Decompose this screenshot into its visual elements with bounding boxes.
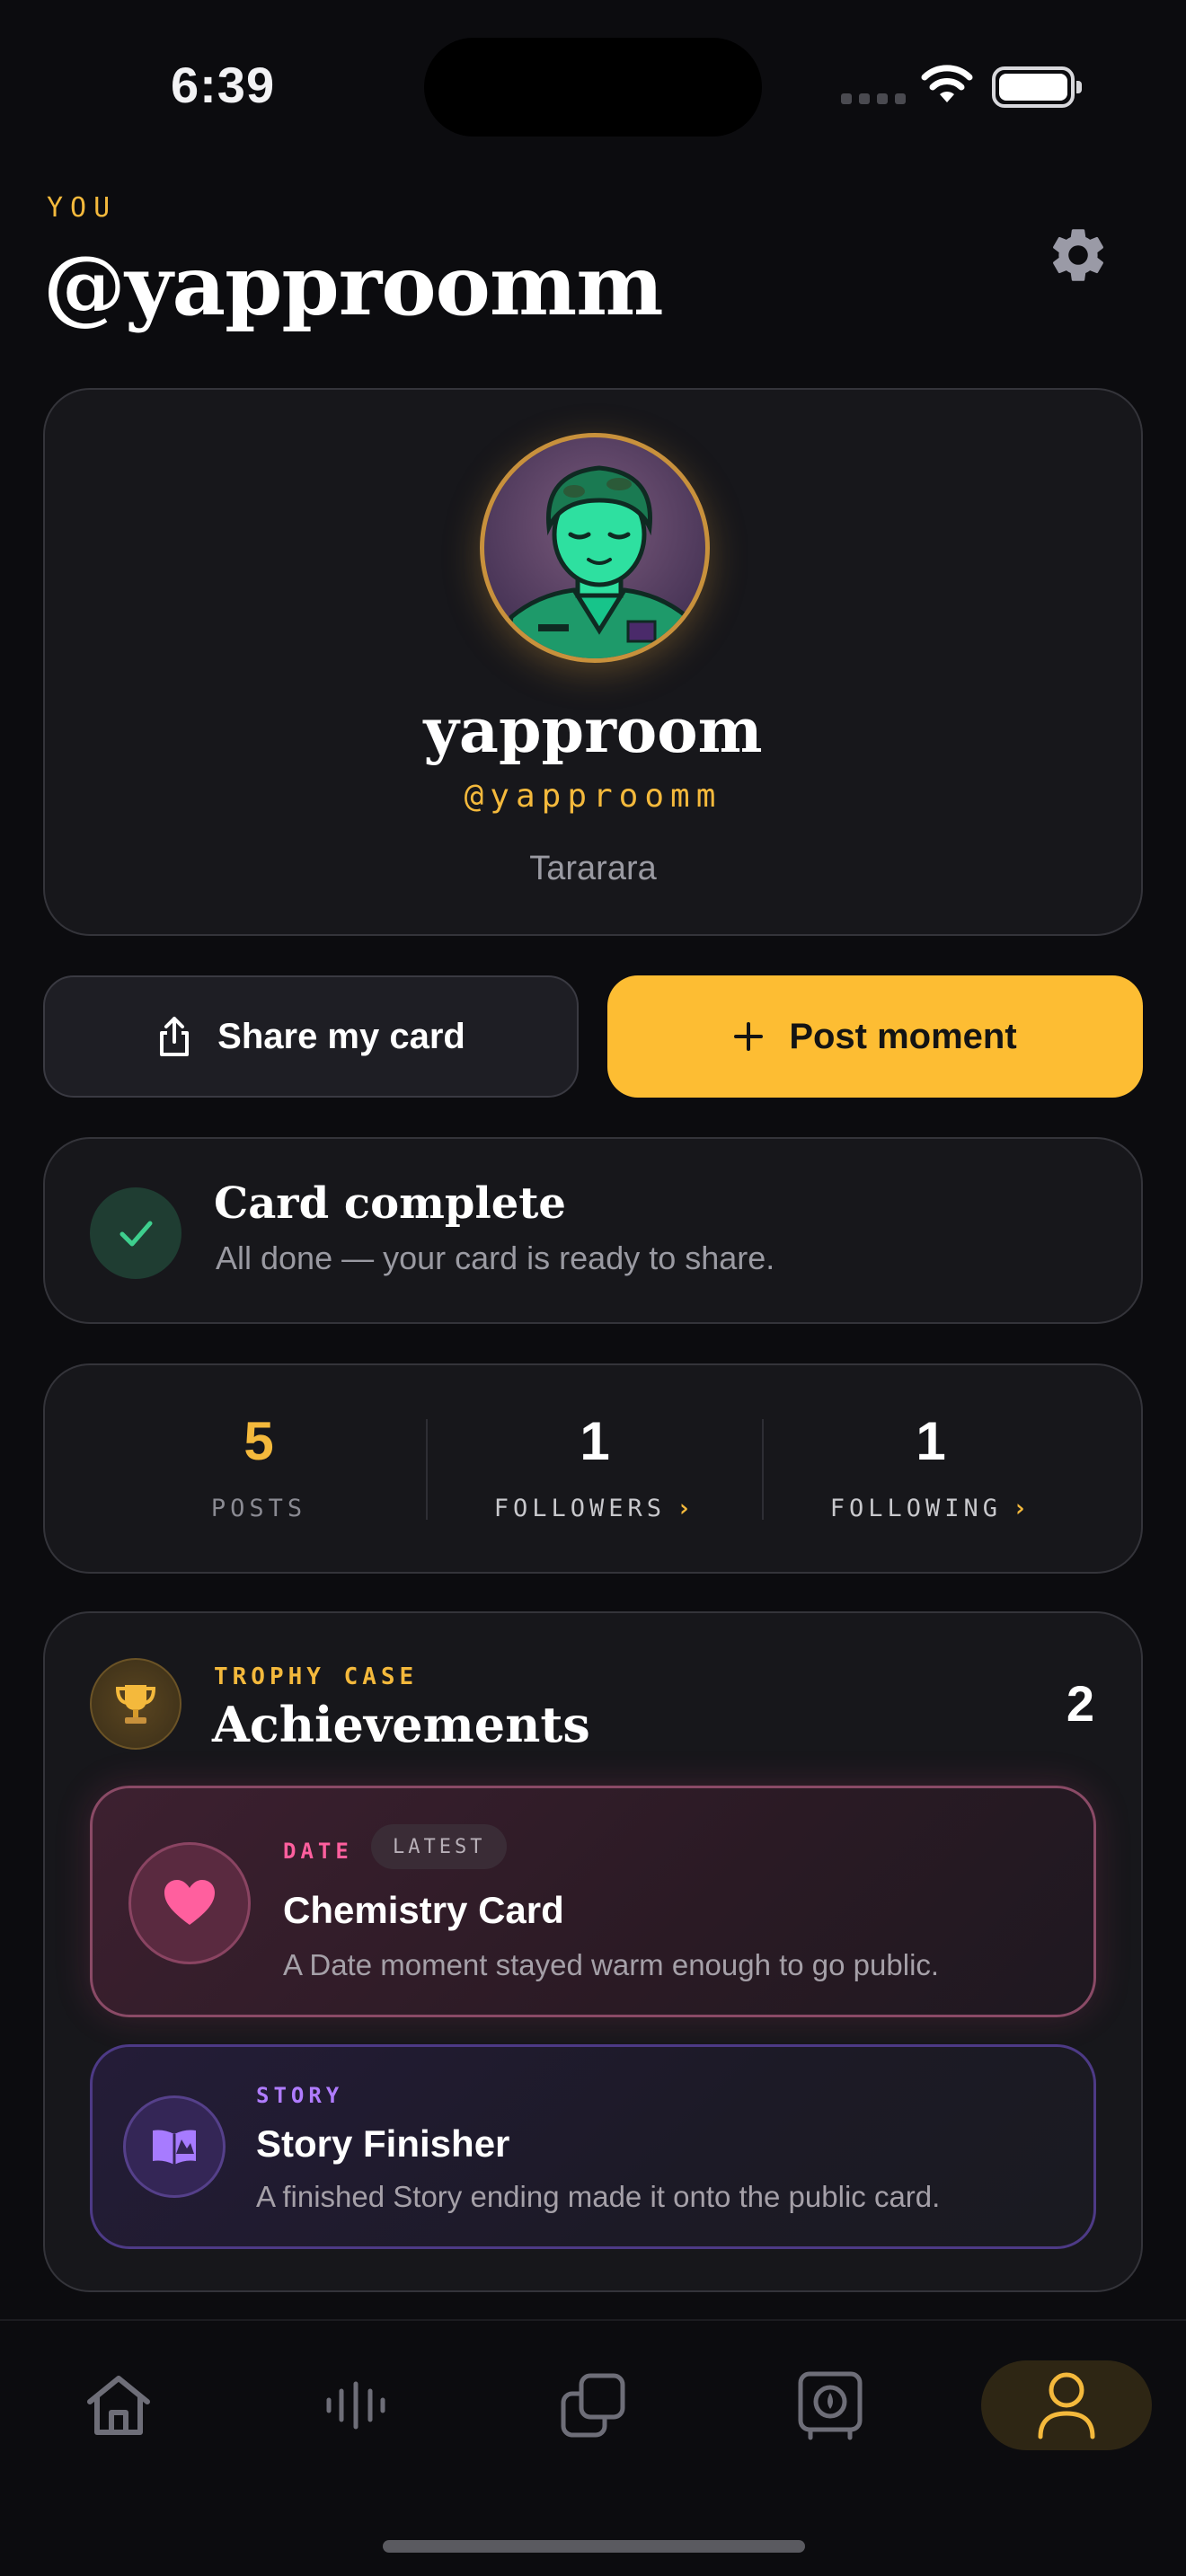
- dynamic-island: [424, 38, 762, 137]
- tab-vault[interactable]: [785, 2360, 875, 2450]
- stat-followers[interactable]: 1 FOLLOWERS ›: [426, 1410, 764, 1522]
- status-time: 6:39: [171, 57, 276, 113]
- profile-screen: 6:39 YOU @yapproomm yapproom @yapproomm …: [0, 0, 1186, 2576]
- complete-subtitle: All done — your card is ready to share.: [216, 1239, 775, 1276]
- tab-audio[interactable]: [311, 2360, 401, 2450]
- latest-badge: LATEST: [371, 1824, 508, 1869]
- post-moment-label: Post moment: [789, 1016, 1017, 1056]
- stat-posts: 5 POSTS: [90, 1410, 428, 1522]
- achievements-title: Achievements: [212, 1696, 590, 1753]
- tab-home[interactable]: [74, 2360, 164, 2450]
- soldier-avatar-illustration: [501, 465, 697, 658]
- achievement-title: Chemistry Card: [283, 1889, 564, 1931]
- trophy-eyebrow: TROPHY CASE: [214, 1663, 419, 1690]
- tab-profile[interactable]: [981, 2360, 1152, 2450]
- achievements-count: 2: [1066, 1675, 1094, 1732]
- stats-card: 5 POSTS 1 FOLLOWERS › 1 FOLLOWING ›: [43, 1363, 1143, 1574]
- book-icon: [123, 2095, 226, 2198]
- card-complete-banner: Card complete All done — your card is re…: [43, 1137, 1143, 1324]
- cards-icon: [561, 2373, 625, 2438]
- trophy-icon: [90, 1658, 181, 1750]
- share-card-label: Share my card: [217, 1016, 465, 1056]
- achievement-tag: DATE: [283, 1839, 353, 1864]
- vault-icon: [798, 2371, 863, 2440]
- chevron-right-icon: ›: [1013, 1495, 1032, 1522]
- profile-card: yapproom @yapproomm Tararara: [43, 388, 1143, 936]
- chevron-right-icon: ›: [677, 1495, 696, 1522]
- plus-icon: [734, 1022, 764, 1051]
- tab-cards[interactable]: [548, 2360, 638, 2450]
- profile-icon: [1038, 2372, 1095, 2439]
- profile-handle: @yapproomm: [464, 778, 722, 815]
- page-eyebrow: YOU: [47, 192, 118, 224]
- battery-icon: [992, 66, 1082, 108]
- profile-name: yapproom: [423, 695, 763, 767]
- stat-following-value: 1: [916, 1411, 946, 1471]
- stat-posts-value: 5: [243, 1411, 274, 1471]
- check-icon: [90, 1187, 181, 1279]
- stat-followers-value: 1: [580, 1411, 610, 1471]
- stat-posts-label: POSTS: [210, 1495, 307, 1522]
- tab-bar: [0, 2319, 1186, 2576]
- profile-bio: Tararara: [529, 850, 657, 887]
- home-indicator[interactable]: [383, 2540, 805, 2553]
- achievement-description: A Date moment stayed warm enough to go p…: [283, 1948, 940, 1981]
- stat-followers-label: FOLLOWERS: [493, 1495, 667, 1522]
- achievement-chemistry-card[interactable]: DATE LATEST Chemistry Card A Date moment…: [90, 1786, 1096, 2017]
- trophy-case-card: TROPHY CASE Achievements 2 DATE LATEST C…: [43, 1611, 1143, 2292]
- heart-icon: [128, 1842, 251, 1964]
- wifi-icon: [921, 65, 973, 102]
- achievement-description: A finished Story ending made it onto the…: [256, 2180, 941, 2213]
- page-title: @yapproomm: [43, 237, 664, 334]
- post-moment-button[interactable]: Post moment: [607, 975, 1143, 1098]
- stat-following-label: FOLLOWING: [829, 1495, 1003, 1522]
- achievement-story-finisher[interactable]: STORY Story Finisher A finished Story en…: [90, 2044, 1096, 2249]
- achievement-title: Story Finisher: [256, 2122, 510, 2165]
- complete-title: Card complete: [214, 1178, 566, 1229]
- share-icon: [160, 1017, 190, 1056]
- avatar[interactable]: [480, 433, 710, 663]
- gear-icon[interactable]: [1046, 223, 1111, 287]
- cellular-signal-icon: [841, 93, 906, 104]
- share-card-button[interactable]: Share my card: [43, 975, 579, 1098]
- audio-wave-icon: [326, 2381, 385, 2430]
- home-icon: [87, 2376, 150, 2435]
- achievement-tag: STORY: [256, 2083, 344, 2108]
- stat-following[interactable]: 1 FOLLOWING ›: [762, 1410, 1100, 1522]
